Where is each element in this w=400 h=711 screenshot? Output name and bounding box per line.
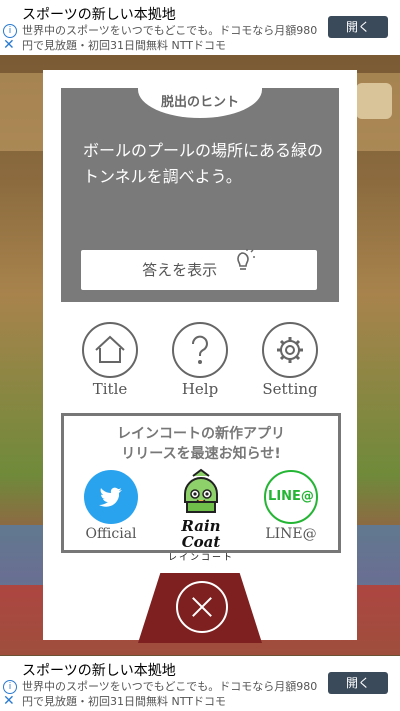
ad-open-button[interactable]: 開く [328,672,388,694]
line-button[interactable]: LINE@ LINE@ [256,470,326,542]
twitter-button[interactable]: Official [76,470,146,542]
hint-text: ボールのプールの場所にある緑のトンネルを調べよう。 [83,141,324,186]
close-icon[interactable]: ✕ [3,38,15,52]
promo-text: レインコートの新作アプリ リリースを最速お知らせ! [64,424,338,464]
close-icon[interactable]: ✕ [3,694,15,708]
ad-body: 世界中のスポーツをいつでもどこでも。ドコモなら月額980円で見放題・初回31日間… [22,24,318,52]
question-mark-icon [172,322,228,378]
setting-label: Setting [262,380,318,398]
line-icon: LINE@ [264,470,318,524]
title-label: Title [92,380,128,398]
twitter-icon [84,470,138,524]
hint-dialog: 脱出のヒント ボールのプールの場所にある緑のトンネルを調べよう。 答えを表示 T… [43,70,357,643]
ad-title: スポーツの新しい本拠地 [22,663,176,679]
show-answer-button[interactable]: 答えを表示 [81,248,317,290]
promo-line-1: レインコートの新作アプリ [117,426,285,442]
help-button[interactable]: Help [165,322,235,398]
ad-banner-bottom[interactable]: スポーツの新しい本拠地 i ✕ 世界中のスポーツをいつでもどこでも。ドコモなら月… [0,656,400,711]
title-button[interactable]: Title [75,322,145,398]
promo-panel: レインコートの新作アプリ リリースを最速お知らせ! Official Rain … [61,413,341,563]
close-icon[interactable] [176,581,228,633]
raincoat-logo: Rain Coat レインコート [160,468,242,563]
menu-row: Title Help Setting [43,322,357,402]
ad-body: 世界中のスポーツをいつでもどこでも。ドコモなら月額980円で見放題・初回31日間… [22,680,318,708]
show-answer-label: 答えを表示 [142,261,218,279]
background-menu-button [356,83,392,119]
raincoat-name: Rain Coat [181,517,221,551]
hint-title: 脱出のヒント [138,86,262,118]
raincoat-sub: レインコート [167,553,234,563]
info-icon[interactable]: i [3,680,17,694]
ad-banner-top[interactable]: スポーツの新しい本拠地 i ✕ 世界中のスポーツをいつでもどこでも。ドコモなら月… [0,0,400,55]
help-label: Help [181,380,219,398]
gear-icon [262,322,318,378]
lightbulb-icon [232,248,256,289]
ad-open-button[interactable]: 開く [328,16,388,38]
ad-title: スポーツの新しい本拠地 [22,7,176,23]
twitter-label: Official [85,526,137,542]
promo-line-2: リリースを最速お知らせ! [121,446,281,462]
raincoat-mascot-icon [184,468,218,513]
line-label: LINE@ [265,526,317,542]
setting-button[interactable]: Setting [255,322,325,398]
home-icon [82,322,138,378]
info-icon[interactable]: i [3,24,17,38]
hint-panel: 脱出のヒント ボールのプールの場所にある緑のトンネルを調べよう。 答えを表示 [61,86,339,302]
